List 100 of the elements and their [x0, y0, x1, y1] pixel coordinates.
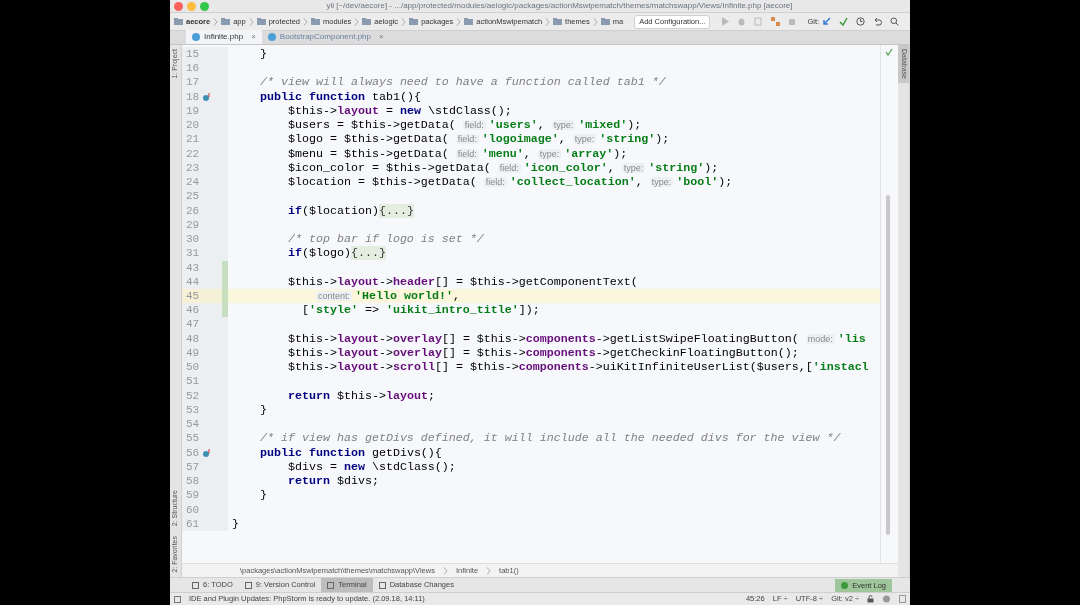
property-name: overlay — [392, 345, 442, 360]
line-number: 56 — [185, 445, 201, 460]
line-number: 52 — [185, 388, 201, 403]
line-number: 23 — [185, 160, 201, 176]
code-text: $this-> — [336, 388, 386, 403]
line-number: 19 — [185, 103, 201, 119]
code-text: -> — [378, 345, 393, 360]
folded-code[interactable]: {...} — [350, 246, 386, 261]
string-literal: 'users' — [488, 118, 538, 133]
line-number: 53 — [185, 402, 201, 418]
string-literal: 'instacl — [812, 360, 869, 375]
string-literal: 'collect_location' — [509, 175, 636, 190]
code-comment: /* if view has getDivs defined, it will include all the needed divs for the view */ — [258, 431, 841, 446]
code-text: , — [607, 160, 616, 175]
string-literal: 'bool' — [676, 175, 719, 190]
code-text: [] = $this-> — [434, 360, 519, 375]
string-literal: 'Hello world!' — [354, 289, 453, 303]
line-number: 54 — [185, 417, 201, 432]
line-number: 16 — [185, 61, 201, 76]
code-text: ->getListSwipeFloatingButton( — [595, 331, 800, 346]
code-text: ); — [627, 118, 642, 133]
line-number: 18 — [185, 89, 201, 104]
string-literal: 'string' — [648, 160, 705, 175]
code-text: [ — [300, 303, 309, 318]
parameter-hint: type: — [551, 120, 576, 131]
code-text: = — [384, 103, 394, 118]
string-literal: 'array' — [564, 146, 614, 161]
line-number: 22 — [185, 146, 201, 161]
code-text: } — [232, 516, 239, 531]
code-text: => — [363, 303, 380, 318]
code-text: ); — [718, 175, 733, 190]
editor-tab[interactable]: Infinite.php × — [186, 30, 262, 44]
keyword: new — [343, 459, 366, 474]
line-number: 30 — [185, 232, 201, 247]
folded-code[interactable]: {...} — [378, 203, 414, 218]
keyword: public function — [258, 89, 366, 104]
line-number: 51 — [185, 374, 201, 389]
tab-close-button[interactable]: × — [379, 30, 384, 44]
keyword: public function — [258, 445, 366, 460]
property-name: header — [392, 274, 435, 289]
code-text: $this-> — [286, 331, 337, 346]
code-text: } — [258, 47, 267, 61]
parameter-hint: field: — [497, 162, 521, 173]
parameter-hint: type: — [649, 177, 674, 188]
line-number: 46 — [185, 303, 201, 318]
code-comment: /* top bar if logo is set */ — [286, 232, 484, 247]
code-text: , — [635, 175, 644, 190]
parameter-hint: type: — [537, 148, 562, 159]
string-literal: 'style' — [308, 303, 358, 318]
line-number: 31 — [185, 246, 201, 261]
keyword: new — [399, 103, 422, 118]
line-number: 45 — [185, 289, 201, 304]
line-number: 50 — [185, 360, 201, 375]
code-text: $divs = — [286, 459, 338, 474]
code-text: , — [537, 118, 546, 133]
line-number: 55 — [185, 431, 201, 446]
property-name: layout — [336, 345, 379, 360]
property-name: layout — [385, 388, 428, 403]
code-text: \stdClass(); — [427, 103, 512, 118]
string-literal: 'mixed' — [578, 118, 628, 133]
parameter-hint: field: — [483, 177, 507, 188]
line-number: 24 — [185, 175, 201, 190]
parameter-hint: type: — [572, 134, 597, 145]
keyword: return — [286, 388, 331, 403]
line-number: 20 — [185, 118, 201, 133]
string-literal: 'icon_color' — [523, 160, 608, 175]
property-name: layout — [336, 274, 379, 289]
code-text: $this-> — [286, 345, 337, 360]
property-name: layout — [336, 103, 379, 118]
code-text: ); — [704, 160, 719, 175]
property-name: components — [525, 345, 596, 360]
tab-close-button[interactable]: × — [251, 30, 256, 44]
code-text: $menu = $this->getData( — [286, 146, 450, 161]
window-title: yii [~/dev/aecore] - .../app/protected/modules/aelogic/packages/actionMswipematch/themes/matchswapp/Views/Infinite.php [aecore] — [325, 0, 794, 12]
code-text: $this-> — [286, 103, 337, 118]
parameter-hint: field: — [455, 148, 479, 159]
line-number: 15 — [185, 47, 201, 62]
code-text: -> — [378, 360, 393, 375]
parameter-hint: content: — [315, 291, 352, 301]
code-text: } — [258, 488, 267, 503]
line-number: 26 — [185, 203, 201, 218]
code-text: \stdClass(); — [371, 459, 456, 474]
code-text: } — [258, 402, 267, 417]
editor-tab[interactable]: BootstrapComponent.php × — [261, 30, 390, 44]
code-text: ]); — [518, 303, 540, 318]
property-name: scroll — [392, 360, 435, 375]
property-name: components — [518, 360, 589, 375]
code-text: -> — [378, 274, 393, 289]
code-text: $this-> — [286, 360, 337, 375]
line-number: 17 — [185, 75, 201, 90]
code-text: $icon_color = $this->getData( — [286, 160, 492, 175]
string-literal: 'menu' — [481, 146, 524, 161]
property-name: overlay — [392, 331, 442, 346]
code-text: [] = $this->getComponentText( — [434, 274, 638, 289]
parameter-hint: field: — [455, 134, 479, 145]
line-number: 60 — [185, 502, 201, 517]
line-number: 49 — [185, 345, 201, 361]
line-number: 29 — [185, 217, 201, 233]
string-literal: 'string' — [599, 132, 656, 147]
code-text: $logo = $this->getData( — [286, 132, 450, 147]
